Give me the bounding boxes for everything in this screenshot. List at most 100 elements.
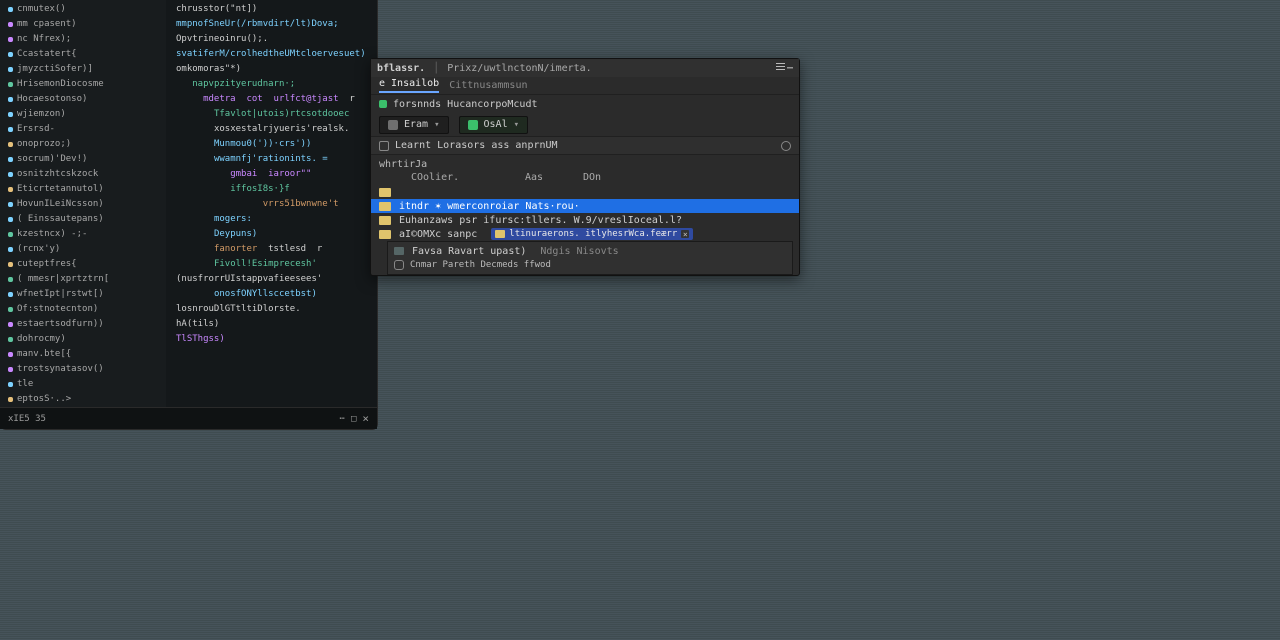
list-item[interactable]: itndr ✶ wmerconroiar Nats·rou· <box>371 199 799 213</box>
outline-item-label: Of:stnotecnton) <box>17 302 98 317</box>
nav-title-right: Prixz/uwtlnctonN/imerta. <box>447 63 592 74</box>
code-line: Opvtrineoinru();. <box>176 32 371 47</box>
outline-item[interactable]: wjiemzon) <box>8 107 162 122</box>
code-line: mogers: <box>176 212 371 227</box>
gear-icon[interactable] <box>394 260 404 270</box>
symbol-icon <box>8 397 13 402</box>
nav-breadcrumb: forsnnds HucancorpoMcudt <box>371 95 799 113</box>
symbol-icon <box>8 127 13 132</box>
outline-item[interactable]: Eticrtetannutol) <box>8 182 162 197</box>
list-item[interactable]: aI©OMXc sanpcltinuraerons. itlyhesrWca.f… <box>371 227 799 241</box>
outline-item[interactable]: Hocaesotonso) <box>8 92 162 107</box>
code-line: napvpzityerudnarn·; <box>176 77 371 92</box>
symbol-icon <box>8 367 13 372</box>
refresh-icon[interactable] <box>781 141 791 151</box>
code-line: Munmou0('))·crs')) <box>176 137 371 152</box>
list-item-label: Favsa Ravart upast) <box>412 246 526 257</box>
outline-item-label: trostsynatasov() <box>17 362 104 377</box>
branch-button[interactable]: Eram ▾ <box>379 116 449 134</box>
symbol-icon <box>8 157 13 162</box>
outline-item[interactable]: onoprozo;) <box>8 137 162 152</box>
outline-item[interactable]: HovunILeiNcsson) <box>8 197 162 212</box>
file-icon <box>394 247 404 255</box>
symbol-icon <box>8 247 13 252</box>
outline-item[interactable]: (rcnx'y) <box>8 242 162 257</box>
outline-item[interactable]: jmyzctiSofer)] <box>8 62 162 77</box>
outline-item[interactable]: HrisemonDiocosme <box>8 77 162 92</box>
tab-commits[interactable]: Cittnusammsun <box>449 80 527 91</box>
ide-body: cnmutex()mm cpasent)nc Nfrex);Ccastatert… <box>0 0 377 407</box>
folder-icon <box>495 230 505 238</box>
outline-item[interactable]: cnmutex() <box>8 2 162 17</box>
outline-item[interactable]: ( Einssautepans) <box>8 212 162 227</box>
symbol-icon <box>8 7 13 12</box>
repo-icon <box>379 100 387 108</box>
code-line: Deypuns) <box>176 227 371 242</box>
outline-item[interactable]: trostsynatasov() <box>8 362 162 377</box>
outline-item[interactable]: dohrocmy) <box>8 332 162 347</box>
code-line: iffosI8s·}f <box>176 182 371 197</box>
outline-item[interactable]: ( mmesr|xprtztrn[ <box>8 272 162 287</box>
outline-item[interactable]: cuteptfres{ <box>8 257 162 272</box>
symbol-icon <box>8 292 13 297</box>
context-footer-label: Cnmar Pareth Decmeds ffwod <box>410 260 551 270</box>
outline-item-label: estaertsodfurn)) <box>17 317 104 332</box>
navigator-titlebar[interactable]: bflassr. │ Prixz/uwtlnctonN/imerta. ⋯ <box>371 59 799 77</box>
play-icon <box>468 120 478 130</box>
outline-item-label: HrisemonDiocosme <box>17 77 104 92</box>
branch-label: Eram <box>404 119 428 130</box>
symbol-icon <box>8 187 13 192</box>
code-line: mmpnofSneUr(/rbmvdirt/lt)Dova; <box>176 17 371 32</box>
nav-title-left: bflassr. <box>377 63 425 74</box>
outline-item[interactable]: tle <box>8 377 162 392</box>
menu-icon[interactable]: ⋯ <box>787 63 793 74</box>
file-list[interactable]: itndr ✶ wmerconroiar Nats·rou·Euhanzaws … <box>371 185 799 275</box>
outline-panel[interactable]: cnmutex()mm cpasent)nc Nfrex);Ccastatert… <box>0 0 166 407</box>
status-window-icon[interactable]: □ <box>351 414 356 424</box>
folder-icon <box>379 188 391 197</box>
context-footer: Cnmar Pareth Decmeds ffwod <box>388 258 792 272</box>
outline-item[interactable]: mm cpasent) <box>8 17 162 32</box>
chevron-down-icon: ▾ <box>514 120 519 130</box>
code-line: wwamnfj'rationints. = <box>176 152 371 167</box>
col-owner[interactable]: COolier. <box>411 172 507 183</box>
outline-item[interactable]: wfnetIpt|rstwt[) <box>8 287 162 302</box>
col-d[interactable]: DOn <box>583 172 791 183</box>
outline-item[interactable]: estaertsodfurn)) <box>8 317 162 332</box>
outline-item[interactable]: Ccastatert{ <box>8 47 162 62</box>
symbol-icon <box>8 112 13 117</box>
outline-item[interactable]: nc Nfrex); <box>8 32 162 47</box>
col-a[interactable]: Aas <box>525 172 565 183</box>
close-icon[interactable]: × <box>681 230 689 238</box>
outline-item-label: (rcnx'y) <box>17 242 60 257</box>
list-item[interactable] <box>371 185 799 199</box>
outline-item-label: dohrocmy) <box>17 332 66 347</box>
list-item[interactable]: Favsa Ravart upast)Ndgis Nisovts <box>388 244 792 258</box>
list-item-label: itndr ✶ wmerconroiar Nats·rou· <box>399 201 580 212</box>
outline-item[interactable]: socrum)'Dev!) <box>8 152 162 167</box>
outline-item[interactable]: manv.bte[{ <box>8 347 162 362</box>
folder-icon <box>379 202 391 211</box>
tab-install[interactable]: e Insailob <box>379 78 439 93</box>
run-button[interactable]: OsAl ▾ <box>459 116 529 134</box>
outline-item[interactable]: Of:stnotecnton) <box>8 302 162 317</box>
nav-tabs: e Insailob Cittnusammsun <box>371 77 799 95</box>
list-item[interactable]: Euhanzaws psr ifursc:tllers. W.9/vreslIo… <box>371 213 799 227</box>
editor-panel[interactable]: chrusstor("nt])mmpnofSneUr(/rbmvdirt/lt)… <box>166 0 377 407</box>
outline-item[interactable]: osnitzhtcskzock <box>8 167 162 182</box>
outline-item-label: Ersrsd- <box>17 122 55 137</box>
outline-item[interactable]: Ersrsd- <box>8 122 162 137</box>
status-more-icon[interactable]: ⋯ <box>340 414 345 424</box>
close-icon[interactable]: × <box>362 412 369 425</box>
list-icon[interactable] <box>776 63 785 74</box>
outline-item[interactable]: eptosS·..> <box>8 392 162 407</box>
symbol-icon <box>8 382 13 387</box>
filter-text: Learnt Lorasors ass anprnUM <box>395 140 558 151</box>
filter-icon[interactable] <box>379 141 389 151</box>
code-line: TlSThgss) <box>176 332 371 347</box>
code-line: losnrouDlGTtltiDlorste. <box>176 302 371 317</box>
outline-item-label: mm cpasent) <box>17 17 77 32</box>
outline-item[interactable]: kzestncx) -;- <box>8 227 162 242</box>
code-line: xosxestalrjyueris'realsk. <box>176 122 371 137</box>
path-badge[interactable]: ltinuraerons. itlyhesrWca.feærr× <box>491 228 693 240</box>
